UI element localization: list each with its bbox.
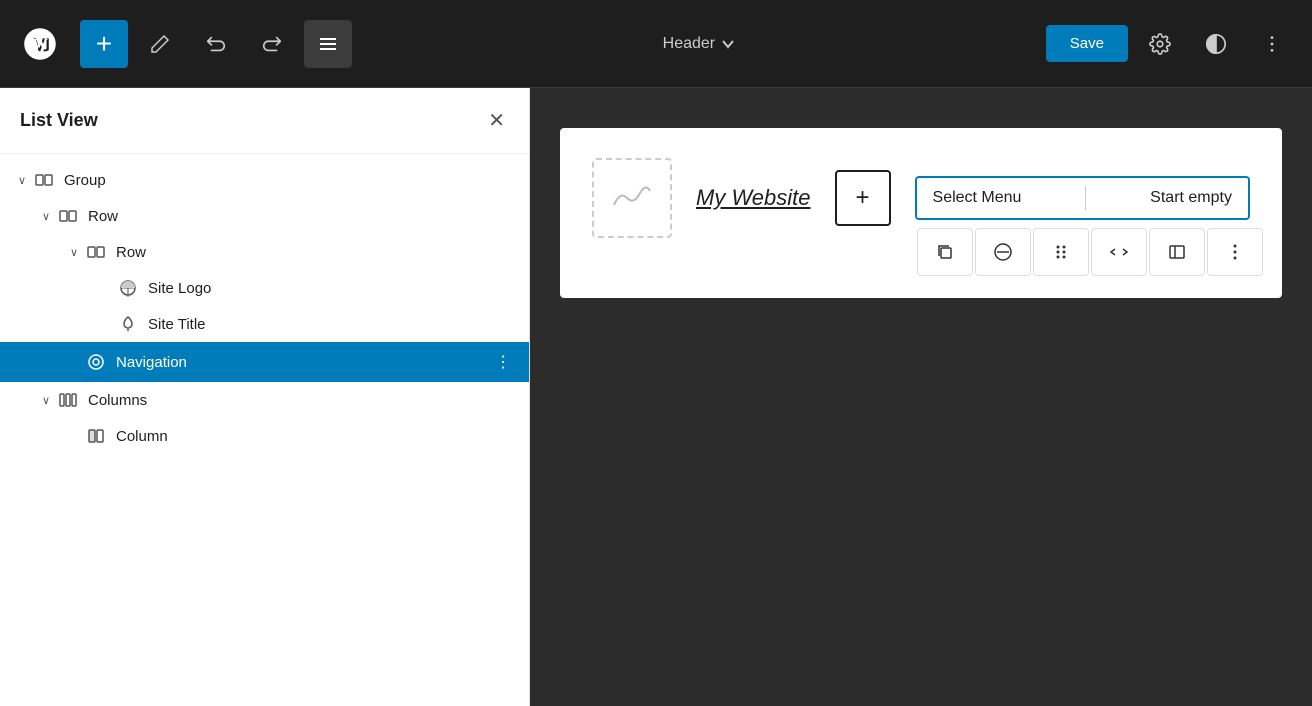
style-button[interactable] <box>1192 20 1240 68</box>
nav-disable-button[interactable] <box>975 228 1031 276</box>
canvas-area: My Website + Select Menu Start empty <box>530 88 1312 706</box>
tree-label-navigation: Navigation <box>116 354 489 371</box>
nav-duplicate-button[interactable] <box>917 228 973 276</box>
top-toolbar: W + Header Save <box>0 0 1312 88</box>
main-area: List View ✕ ∨ Group ∨ <box>0 88 1312 706</box>
tree-item-row2[interactable]: ∨ Row <box>0 234 529 270</box>
add-icon: + <box>856 184 870 212</box>
tree-label-column: Column <box>116 428 517 445</box>
canvas-inner: My Website + Select Menu Start empty <box>592 158 1250 238</box>
close-sidebar-button[interactable]: ✕ <box>484 104 509 137</box>
chevron-group: ∨ <box>12 170 32 190</box>
add-block-button[interactable]: + <box>80 20 128 68</box>
tree-item-group[interactable]: ∨ Group <box>0 162 529 198</box>
tree-item-site-logo[interactable]: ∨ Site Logo <box>0 270 529 306</box>
tree-item-columns[interactable]: ∨ Columns <box>0 382 529 418</box>
nav-toolbar <box>917 228 1263 276</box>
header-label: Header <box>663 35 715 53</box>
toolbar-center: Header <box>360 27 1038 61</box>
column-icon <box>84 424 108 448</box>
nav-code-button[interactable] <box>1091 228 1147 276</box>
nav-align-button[interactable] <box>1149 228 1205 276</box>
settings-button[interactable] <box>1136 20 1184 68</box>
nav-drag-button[interactable] <box>1033 228 1089 276</box>
tree-item-column[interactable]: ∨ Column <box>0 418 529 454</box>
list-view-button[interactable] <box>304 20 352 68</box>
site-title-icon <box>116 312 140 336</box>
site-title-text: My Website <box>696 185 811 210</box>
nav-start-empty[interactable]: Start empty <box>1150 189 1232 207</box>
tree-item-navigation[interactable]: ∨ Navigation ⋮ <box>0 342 529 382</box>
tree-label-row2: Row <box>116 244 517 261</box>
columns-icon <box>56 388 80 412</box>
chevron-columns: ∨ <box>36 390 56 410</box>
list-view-title: List View <box>20 110 98 131</box>
sidebar: List View ✕ ∨ Group ∨ <box>0 88 530 706</box>
tree-label-site-title: Site Title <box>148 316 517 333</box>
tree-label-site-logo: Site Logo <box>148 280 517 297</box>
navigation-more-button[interactable]: ⋮ <box>489 348 517 376</box>
navigation-icon <box>84 350 108 374</box>
row-icon-1 <box>56 204 80 228</box>
edit-button[interactable] <box>136 20 184 68</box>
chevron-row1: ∨ <box>36 206 56 226</box>
site-logo-placeholder <box>592 158 672 238</box>
undo-button[interactable] <box>192 20 240 68</box>
sidebar-content: ∨ Group ∨ Row <box>0 154 529 706</box>
nav-block: Select Menu Start empty <box>915 176 1250 220</box>
nav-select-menu[interactable]: Select Menu <box>933 189 1022 207</box>
tree-label-group: Group <box>64 172 517 189</box>
header-block: My Website + Select Menu Start empty <box>560 128 1282 298</box>
tree-item-site-title[interactable]: ∨ Site Title <box>0 306 529 342</box>
chevron-row2: ∨ <box>64 242 84 262</box>
wp-logo: W <box>16 20 64 68</box>
header-dropdown[interactable]: Header <box>651 27 747 61</box>
tree-label-columns: Columns <box>88 392 517 409</box>
add-inner-block-button[interactable]: + <box>835 170 891 226</box>
tree-label-row1: Row <box>88 208 517 225</box>
save-button[interactable]: Save <box>1046 25 1128 62</box>
site-logo-icon <box>116 276 140 300</box>
svg-text:W: W <box>32 36 48 53</box>
tree-item-row1[interactable]: ∨ Row <box>0 198 529 234</box>
sidebar-header: List View ✕ <box>0 88 529 154</box>
nav-more-button[interactable] <box>1207 228 1263 276</box>
more-options-button[interactable] <box>1248 20 1296 68</box>
site-title-display: My Website <box>696 185 811 211</box>
row-icon-2 <box>84 240 108 264</box>
toolbar-right: Save <box>1046 20 1296 68</box>
redo-button[interactable] <box>248 20 296 68</box>
nav-divider <box>1085 186 1086 210</box>
group-icon <box>32 168 56 192</box>
